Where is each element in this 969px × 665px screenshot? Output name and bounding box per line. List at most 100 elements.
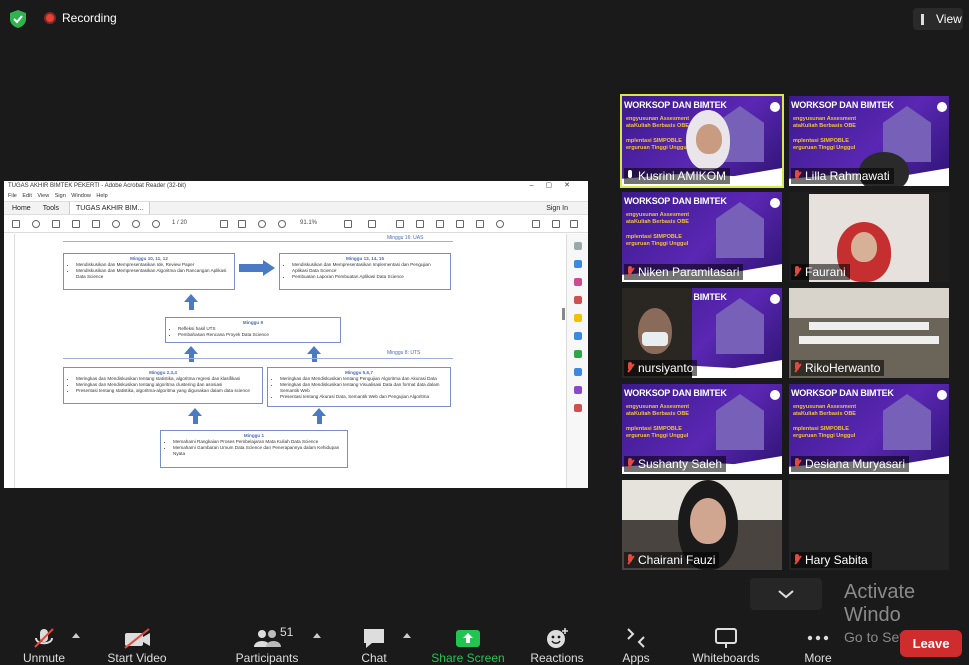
video-tile[interactable]: WORKSOP DAN BIMTEK engyusunan Assesment a… (622, 384, 782, 474)
video-tile[interactable]: WORKSOP DAN BIMTEK engyusunan Assesment a… (789, 96, 949, 186)
comment-icon[interactable] (396, 220, 404, 228)
fill-sign-tool-icon[interactable] (573, 386, 582, 394)
audio-options-caret[interactable] (72, 633, 80, 638)
tab-home[interactable]: Home (10, 202, 41, 214)
video-tile[interactable]: Hary Sabita (789, 480, 949, 570)
chat-options-caret[interactable] (403, 633, 411, 638)
fit-page-icon[interactable] (344, 220, 352, 228)
apps-label: Apps (622, 651, 650, 665)
tab-tools[interactable]: Tools (41, 202, 69, 214)
bookmark-icon[interactable] (32, 220, 40, 228)
slide-line-4: erguruan Tinggi Unggul (626, 145, 689, 151)
slide-line-2: ataKuliah Berbasis OBE (626, 123, 689, 129)
pen-icon[interactable] (416, 220, 424, 228)
pdf-scrollbar[interactable] (562, 308, 565, 320)
more-label: More (804, 651, 832, 665)
organize-icon[interactable] (573, 350, 582, 358)
slide-line-2: ataKuliah Berbasis OBE (793, 123, 856, 129)
start-video-button[interactable]: Start Video (107, 627, 167, 665)
rotate-icon[interactable] (496, 220, 504, 228)
page-number[interactable]: 1 / 20 (172, 215, 187, 232)
participants-options-caret[interactable] (313, 633, 321, 638)
stamp-icon[interactable] (456, 220, 464, 228)
video-tile[interactable]: Chairani Fauzi (622, 480, 782, 570)
whiteboards-label: Whiteboards (692, 651, 760, 665)
apps-button[interactable]: Apps (622, 627, 650, 665)
up-arrow-icon (184, 294, 198, 302)
mail-icon[interactable] (72, 220, 80, 228)
share-screen-button[interactable]: Share Screen (431, 627, 505, 665)
highlight-icon[interactable] (436, 220, 444, 228)
sign-in-link[interactable]: Sign In (544, 202, 578, 215)
combine-icon[interactable] (573, 332, 582, 340)
chat-button[interactable]: Chat (361, 627, 387, 665)
link-icon[interactable] (570, 220, 578, 228)
video-tile[interactable]: WORKSOP DAN BIMTEK engyusunan Assesment a… (622, 192, 782, 282)
share-mail-icon[interactable] (552, 220, 560, 228)
room-table (799, 336, 939, 344)
participant-name: nursiyanto (638, 361, 694, 375)
video-tile[interactable]: WORKSOP DAN BIMTEK mplentasi SIMPOBLEerg… (622, 288, 782, 378)
acrobat-menu-bar[interactable]: File Edit View Sign Window Help (4, 191, 588, 201)
acrobat-right-tools (566, 234, 588, 488)
shield-icon[interactable] (10, 10, 26, 28)
delete-icon[interactable] (476, 220, 484, 228)
search-icon[interactable] (573, 242, 582, 250)
participants-count: 51 (280, 625, 294, 639)
reactions-button[interactable]: Reactions (530, 627, 584, 665)
page-up-icon[interactable] (132, 220, 140, 228)
leave-button[interactable]: Leave (900, 630, 962, 657)
zoom-out-icon[interactable] (258, 220, 266, 228)
box-minggu-2-4: Minggu 2,3,4 Meringkas dan Mendiskusikan… (63, 367, 263, 404)
export-pdf-icon[interactable] (573, 260, 582, 268)
print-icon[interactable] (92, 220, 100, 228)
scroll-mode-icon[interactable] (368, 220, 376, 228)
chat-label: Chat (361, 651, 387, 665)
slide-line-1: engyusunan Assesment (626, 404, 690, 410)
save-icon[interactable] (12, 220, 20, 228)
recording-indicator[interactable]: Recording (44, 11, 117, 25)
page-current[interactable]: 1 (172, 220, 175, 226)
view-button[interactable]: View (913, 8, 963, 30)
participant-name: Hary Sabita (805, 553, 868, 567)
gallery-next-button[interactable] (750, 578, 822, 610)
protect-icon[interactable] (573, 368, 582, 376)
video-tile[interactable]: Faurani (789, 192, 949, 282)
slide-line-3: mplentasi SIMPOBLE (626, 426, 682, 432)
edit-pdf-icon[interactable] (573, 296, 582, 304)
window-controls[interactable]: –▢✕ (530, 181, 582, 191)
comment-tool-icon[interactable] (573, 314, 582, 322)
slide-line: engyusunan Assesment ataKuliah Berbasis O… (793, 116, 856, 130)
hand-tool-icon[interactable] (238, 220, 246, 228)
tab-document[interactable]: TUGAS AKHIR BIM... (69, 202, 151, 214)
pdf-page[interactable]: Minggu 16: UAS Minggu 10, 11, 12 Mendisk… (14, 234, 565, 488)
video-tile[interactable]: WORKSOP DAN BIMTEK engyusunan Assesment a… (620, 94, 784, 188)
box-minggu-13-15: Minggu 13, 14, 15 Mendiskusikan dan Memp… (279, 253, 451, 290)
video-tile[interactable]: RikoHerwanto (789, 288, 949, 378)
logo-icon (937, 102, 947, 112)
participant-face (690, 498, 726, 544)
shared-screen: TUGAS AKHIR BIMTEK PEKERTI - Adobe Acrob… (4, 181, 588, 488)
fill-sign-icon[interactable] (532, 220, 540, 228)
zoom-search-icon[interactable] (112, 220, 120, 228)
slide-line-4: erguruan Tinggi Unggul (626, 433, 689, 439)
chevron-down-icon (778, 590, 794, 599)
up-arrow-stem (189, 302, 194, 310)
create-pdf-icon[interactable] (573, 278, 582, 286)
unmute-button[interactable]: Unmute (23, 627, 65, 665)
more-button[interactable]: More (804, 627, 832, 665)
upload-icon[interactable] (52, 220, 60, 228)
video-tile[interactable]: WORKSOP DAN BIMTEK engyusunan Assesment a… (789, 384, 949, 474)
box-minggu-9: Minggu 9 Refleksi hasil UTS Pembahasan R… (165, 317, 341, 343)
zoom-level[interactable]: 91.1% (300, 215, 317, 232)
chat-icon (364, 629, 384, 648)
participants-label: Participants (235, 651, 299, 665)
more-tools-icon[interactable] (573, 404, 582, 412)
whiteboards-button[interactable]: Whiteboards (692, 627, 760, 665)
participant-name-tag: Lilla Rahmawati (791, 168, 894, 184)
zoom-in-icon[interactable] (278, 220, 286, 228)
page-down-icon[interactable] (152, 220, 160, 228)
participants-button[interactable]: 51 Participants (236, 625, 299, 665)
select-tool-icon[interactable] (220, 220, 228, 228)
page-total: / 20 (177, 220, 188, 226)
